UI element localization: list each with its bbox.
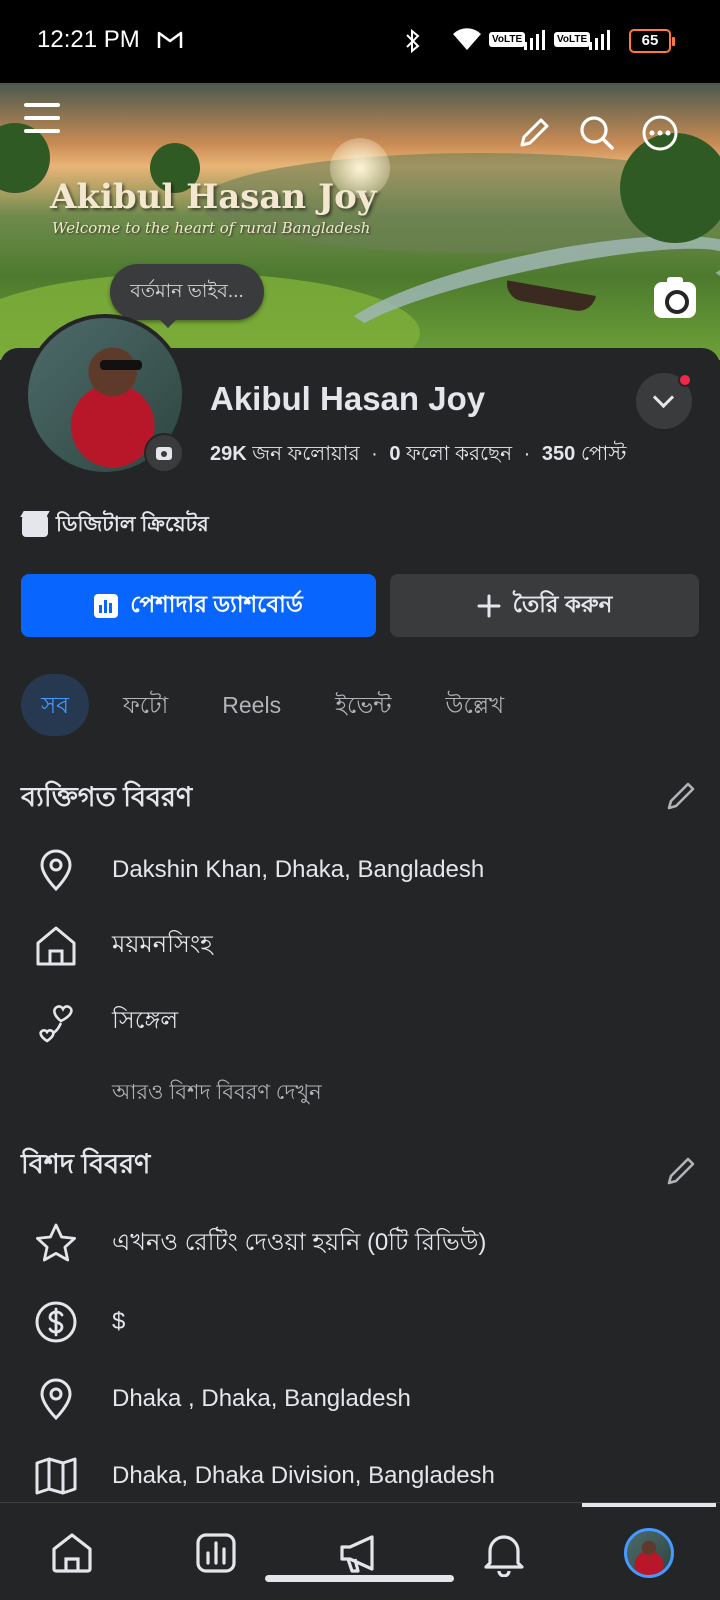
profile-tabs: সব ফটো Reels ইভেন্ট উল্লেখ — [21, 674, 538, 736]
star-icon — [36, 1223, 76, 1262]
tab-events[interactable]: ইভেন্ট — [315, 674, 411, 736]
profile-category: ডিজিটাল ক্রিয়েটর — [22, 508, 209, 543]
plus-icon — [477, 594, 501, 617]
address-text: Dhaka , Dhaka, Bangladesh — [112, 1385, 411, 1412]
home-icon — [36, 926, 76, 966]
bluetooth-icon — [406, 28, 420, 54]
tab-mentions[interactable]: উল্লেখ — [426, 674, 525, 736]
edit-details-icon[interactable] — [663, 1153, 699, 1189]
tab-all[interactable]: সব — [21, 674, 89, 736]
posts-label: পোস্ট — [580, 443, 627, 465]
menu-icon[interactable] — [24, 103, 60, 133]
gesture-bar — [265, 1575, 454, 1582]
home-icon[interactable] — [48, 1529, 96, 1577]
personal-details-title: ব্যক্তিগত বিবরণ — [21, 782, 193, 812]
hometown-text: ময়মনসিংহ — [112, 931, 213, 958]
profile-avatar[interactable] — [624, 1528, 674, 1578]
volte-badge: VoLTE — [554, 32, 591, 47]
details-title: বিশদ বিবরণ — [21, 1149, 151, 1179]
volte-badge: VoLTE — [489, 32, 526, 47]
signal-icon — [524, 30, 545, 50]
rating-text: এখনও রেটিং দেওয়া হয়নি (0টি রিভিউ) — [112, 1229, 487, 1256]
wifi-icon — [453, 28, 481, 50]
detail-row-area: Dhaka, Dhaka Division, Bangladesh — [33, 1446, 693, 1506]
edit-personal-details-icon[interactable] — [663, 778, 699, 814]
separator-dot: · — [371, 443, 378, 465]
profile-screen: 12:21 PM VoLTE VoLTE 65 Akibul Hasan Joy… — [0, 0, 720, 1600]
following-label[interactable]: ফলো করছেন — [406, 443, 512, 465]
relationship-text: সিঙ্গেল — [112, 1007, 179, 1034]
location-pin-icon — [40, 849, 72, 892]
more-options-icon[interactable] — [640, 113, 680, 153]
detail-row-hometown: ময়মনসিংহ — [33, 916, 693, 976]
status-bar: 12:21 PM VoLTE VoLTE 65 — [0, 0, 720, 83]
price-text: $ — [112, 1308, 126, 1335]
dollar-icon — [35, 1301, 77, 1343]
followers-label[interactable]: জন ফলোয়ার — [252, 443, 359, 465]
cover-title: Akibul Hasan Joy — [50, 177, 377, 217]
signal-icon — [589, 30, 610, 50]
notification-dot — [678, 373, 692, 387]
avatar-glasses — [100, 360, 142, 370]
tab-photos[interactable]: ফটো — [103, 674, 188, 736]
detail-row-current-city: Dakshin Khan, Dhaka, Bangladesh — [33, 840, 693, 900]
cover-tree — [0, 123, 50, 193]
followers-count[interactable]: 29K — [210, 443, 247, 465]
cover-camera-icon[interactable] — [654, 277, 696, 318]
active-tab-indicator — [582, 1503, 716, 1507]
megaphone-icon[interactable] — [336, 1529, 384, 1577]
search-icon[interactable] — [577, 113, 617, 153]
edit-pencil-icon[interactable] — [514, 113, 554, 153]
profile-name: Akibul Hasan Joy — [210, 380, 486, 417]
detail-row-rating: এখনও রেটিং দেওয়া হয়নি (0টি রিভিউ) — [33, 1214, 693, 1274]
detail-row-price: $ — [33, 1292, 693, 1352]
category-label: ডিজিটাল ক্রিয়েটর — [56, 513, 209, 536]
battery-icon: 65 — [629, 29, 675, 53]
dashboard-button-label: পেশাদার ড্যাশবোর্ড — [130, 591, 303, 617]
tab-reels[interactable]: Reels — [202, 674, 301, 736]
dashboard-icon — [94, 593, 119, 618]
status-time: 12:21 PM — [37, 26, 140, 53]
bell-icon[interactable] — [480, 1529, 528, 1577]
avatar-camera-icon[interactable] — [144, 433, 184, 473]
create-button[interactable]: তৈরি করুন — [390, 574, 699, 637]
detail-row-relationship: সিঙ্গেল — [33, 992, 693, 1052]
battery-level: 65 — [641, 32, 659, 49]
create-button-label: তৈরি করুন — [512, 591, 613, 617]
location-pin-icon — [40, 1378, 72, 1421]
professional-dashboard-button[interactable]: পেশাদার ড্যাশবোর্ড — [21, 574, 376, 637]
separator-dot: · — [523, 443, 531, 465]
area-text: Dhaka, Dhaka Division, Bangladesh — [112, 1462, 495, 1489]
see-more-details-link[interactable]: আরও বিশদ বিবরণ দেখুন — [112, 1076, 322, 1111]
posts-count: 350 — [541, 443, 576, 465]
clapperboard-icon — [22, 514, 48, 537]
following-count[interactable]: 0 — [389, 443, 400, 465]
current-city-text: Dakshin Khan, Dhaka, Bangladesh — [112, 856, 485, 883]
current-vibe-bubble[interactable]: বর্তমান ভাইব... — [110, 264, 264, 328]
profile-stats: 29K জন ফলোয়ার · 0 ফলো করছেন · 350 পোস্ট — [210, 439, 626, 472]
map-icon — [35, 1457, 77, 1495]
gmail-icon — [157, 31, 183, 48]
cover-subtitle: Welcome to the heart of rural Bangladesh — [52, 219, 371, 237]
relationship-hearts-icon — [39, 1005, 73, 1043]
detail-row-address: Dhaka , Dhaka, Bangladesh — [33, 1369, 693, 1429]
dashboard-icon[interactable] — [192, 1529, 240, 1577]
